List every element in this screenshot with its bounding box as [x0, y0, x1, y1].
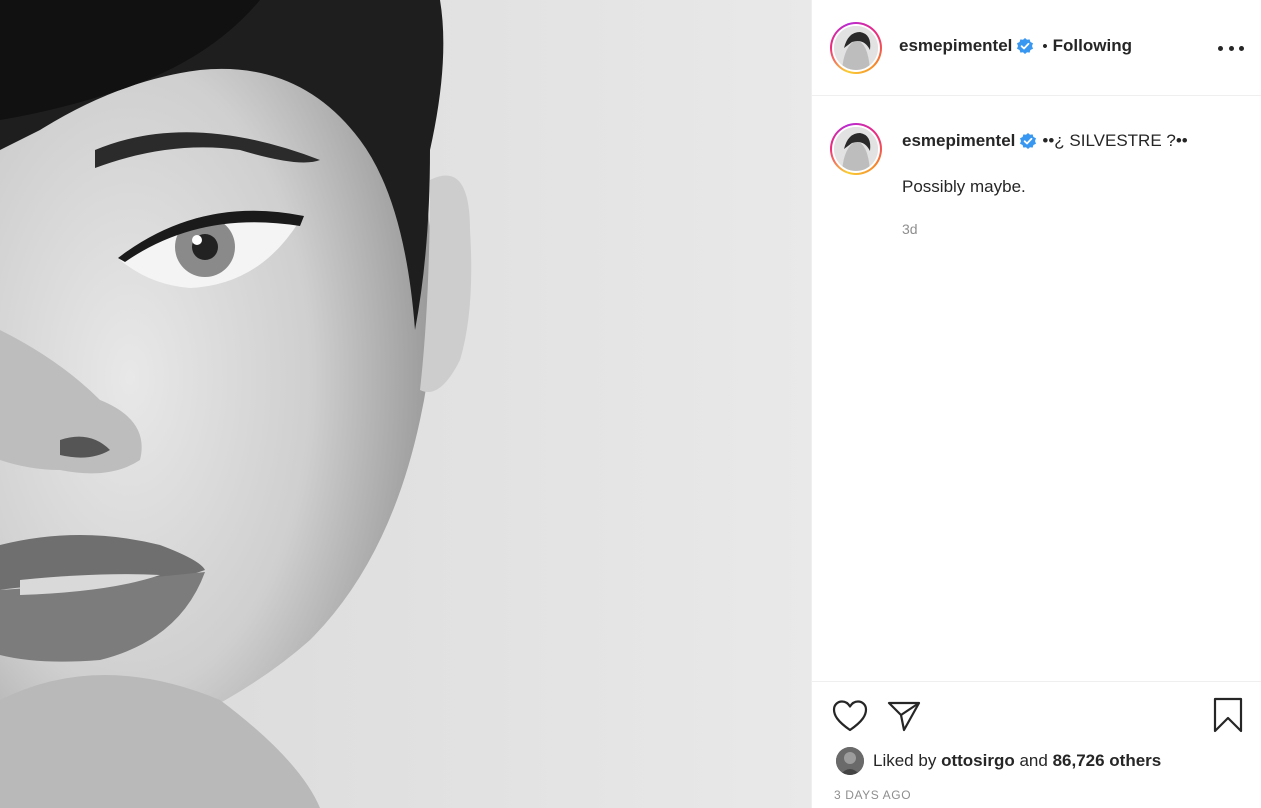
post-header: esmepimentel • Following — [812, 0, 1261, 96]
author-avatar[interactable] — [830, 22, 882, 74]
likes-joiner: and — [1019, 751, 1048, 770]
bookmark-icon[interactable] — [1212, 697, 1244, 733]
caption-author-avatar[interactable] — [830, 123, 882, 175]
heart-icon[interactable] — [832, 699, 868, 733]
liker-username[interactable]: ottosirgo — [941, 751, 1015, 771]
likes-count[interactable]: 86,726 others — [1053, 751, 1162, 771]
post-side-panel: esmepimentel • Following esmepimentel ••… — [811, 0, 1261, 808]
header-user-row: esmepimentel • Following — [899, 36, 1132, 56]
likes-summary: Liked by ottosirgo and 86,726 others — [836, 747, 1161, 775]
avatar-photo — [834, 26, 878, 70]
caption-body: Possibly maybe. — [902, 177, 1026, 196]
verified-badge-icon — [1020, 133, 1037, 149]
post-photo[interactable] — [0, 0, 811, 808]
following-button[interactable]: Following — [1053, 36, 1132, 56]
caption-header: esmepimentel ••¿ SILVESTRE ?•• — [902, 131, 1188, 151]
caption-author-username[interactable]: esmepimentel — [902, 131, 1015, 151]
liker-avatar-photo — [836, 747, 864, 775]
posted-time[interactable]: 3 DAYS AGO — [834, 788, 911, 802]
caption-timestamp[interactable]: 3d — [902, 221, 918, 237]
verified-badge-icon — [1017, 38, 1034, 54]
more-options-icon[interactable] — [1218, 38, 1244, 58]
author-username[interactable]: esmepimentel — [899, 36, 1012, 56]
liker-avatar[interactable] — [836, 747, 864, 775]
portrait-image — [0, 0, 811, 808]
paper-plane-icon[interactable] — [886, 699, 922, 733]
caption-avatar-photo — [834, 127, 878, 171]
header-separator: • — [1042, 37, 1048, 55]
likes-prefix: Liked by — [873, 751, 937, 770]
caption-title: ••¿ SILVESTRE ?•• — [1042, 131, 1188, 150]
post-actions-footer: Liked by ottosirgo and 86,726 others 3 D… — [812, 681, 1261, 808]
